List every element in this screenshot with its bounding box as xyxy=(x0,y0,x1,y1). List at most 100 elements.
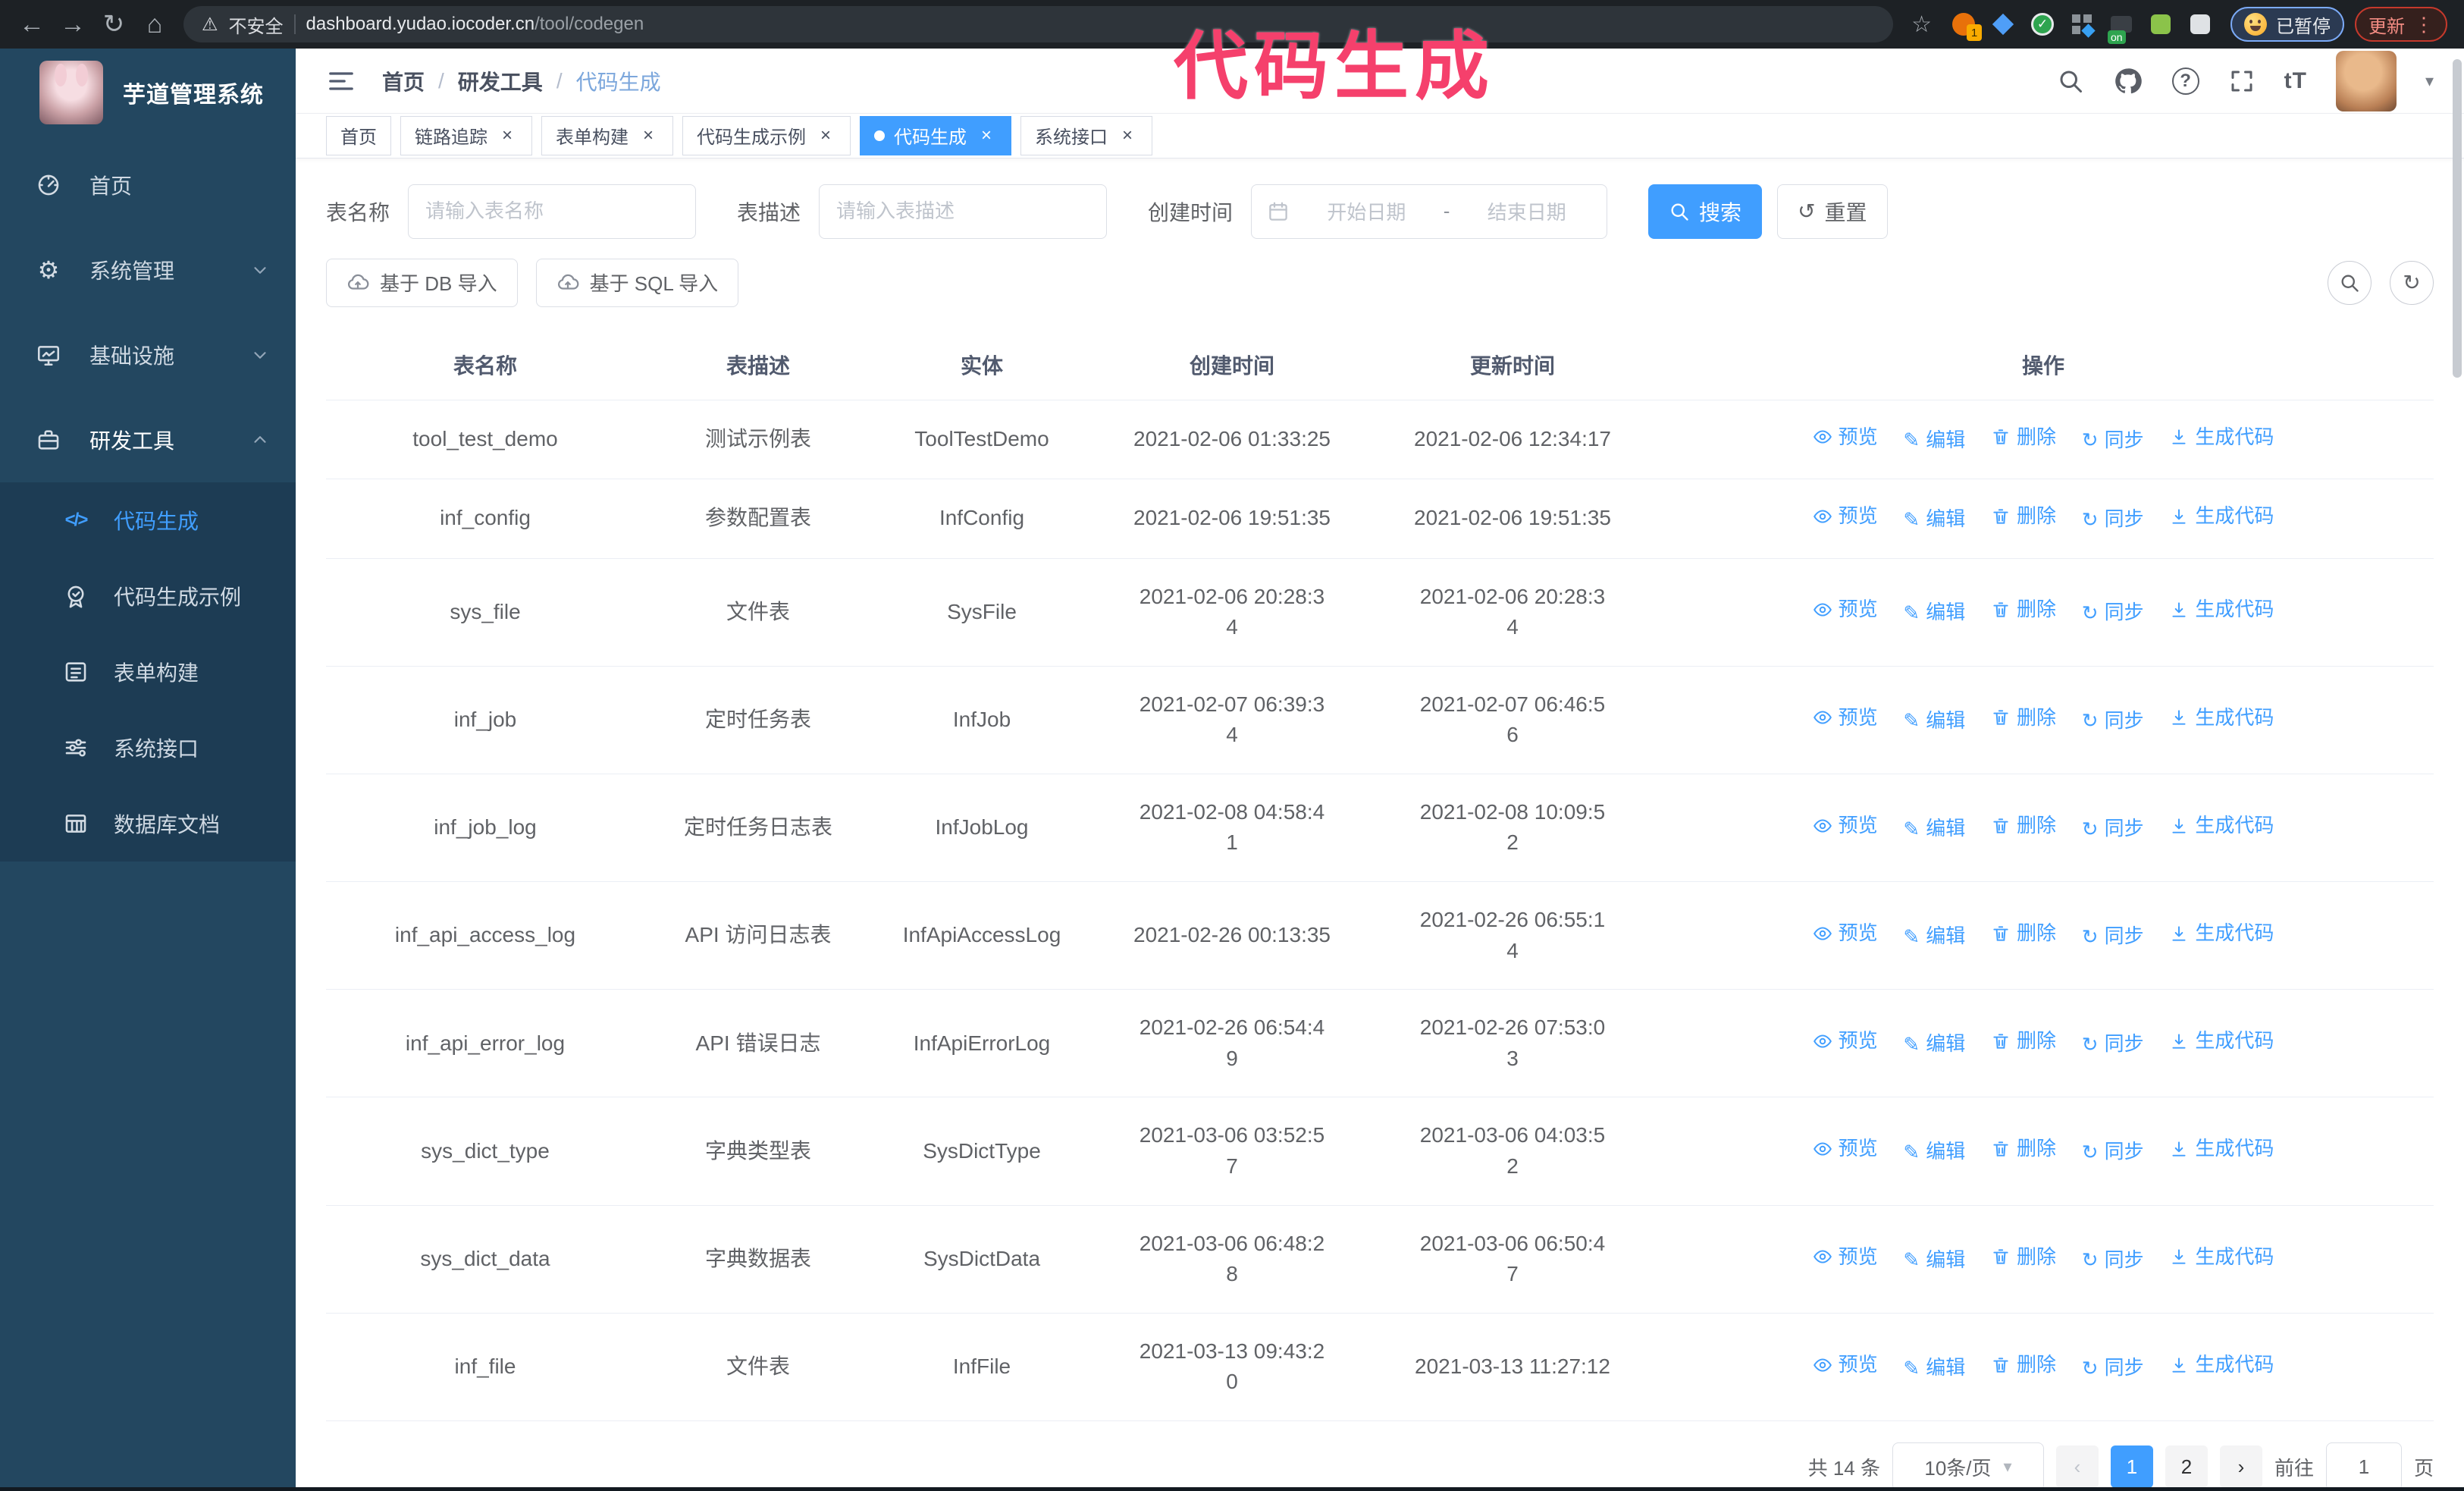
generate-code-link[interactable]: 生成代码 xyxy=(2169,502,2274,531)
sync-link[interactable]: ↻ 同步 xyxy=(2082,1246,2144,1275)
edit-link[interactable]: ✎ 编辑 xyxy=(1903,1246,1965,1275)
sync-link[interactable]: ↻ 同步 xyxy=(2082,1138,2144,1166)
kebab-menu-icon[interactable]: ⋮ xyxy=(2414,13,2434,36)
sidebar-toggle-icon[interactable] xyxy=(326,66,356,96)
generate-code-link[interactable]: 生成代码 xyxy=(2169,704,2274,733)
sync-link[interactable]: ↻ 同步 xyxy=(2082,707,2144,736)
preview-link[interactable]: 预览 xyxy=(1813,704,1878,733)
tab-home[interactable]: 首页 xyxy=(326,115,391,155)
reset-button[interactable]: ↺ 重置 xyxy=(1777,184,1888,239)
tab-form-builder[interactable]: 表单构建 × xyxy=(541,115,673,155)
edit-link[interactable]: ✎ 编辑 xyxy=(1903,1138,1965,1166)
close-icon[interactable]: × xyxy=(815,125,836,146)
preview-link[interactable]: 预览 xyxy=(1813,919,1878,948)
edit-link[interactable]: ✎ 编辑 xyxy=(1903,1030,1965,1059)
table-name-input[interactable] xyxy=(408,184,697,239)
delete-link[interactable]: 删除 xyxy=(1991,811,2056,840)
security-label[interactable]: 不安全 xyxy=(229,11,284,38)
start-date-placeholder[interactable]: 开始日期 xyxy=(1302,197,1431,225)
sync-link[interactable]: ↻ 同步 xyxy=(2082,922,2144,951)
tab-trace[interactable]: 链路追踪 × xyxy=(400,115,532,155)
search-button[interactable]: 搜索 xyxy=(1648,184,1763,239)
preview-link[interactable]: 预览 xyxy=(1813,1027,1878,1056)
tab-codegen-example[interactable]: 代码生成示例 × xyxy=(682,115,851,155)
preview-link[interactable]: 预览 xyxy=(1813,1351,1878,1380)
breadcrumb-devtools[interactable]: 研发工具 xyxy=(458,66,543,96)
import-sql-button[interactable]: 基于 SQL 导入 xyxy=(535,258,739,307)
generate-code-link[interactable]: 生成代码 xyxy=(2169,423,2274,452)
delete-link[interactable]: 删除 xyxy=(1991,595,2056,624)
caret-down-icon[interactable]: ▾ xyxy=(2425,71,2434,91)
refresh-button[interactable]: ↻ xyxy=(2390,260,2434,305)
sync-link[interactable]: ↻ 同步 xyxy=(2082,1354,2144,1383)
sidebar-item-infra[interactable]: 基础设施 xyxy=(0,312,296,397)
tab-codegen[interactable]: 代码生成 × xyxy=(860,115,1011,155)
github-icon[interactable] xyxy=(2113,66,2143,96)
extension-diamond-icon[interactable] xyxy=(1991,12,2015,36)
sync-link[interactable]: ↻ 同步 xyxy=(2082,598,2144,627)
avatar[interactable] xyxy=(2335,50,2397,111)
extensions-puzzle-icon[interactable] xyxy=(2188,12,2212,36)
table-desc-input[interactable] xyxy=(819,184,1108,239)
toggle-search-button[interactable] xyxy=(2328,260,2372,305)
logo-row[interactable]: 芋道管理系统 xyxy=(0,49,296,137)
generate-code-link[interactable]: 生成代码 xyxy=(2169,811,2274,840)
close-icon[interactable]: × xyxy=(1117,125,1138,146)
edit-link[interactable]: ✎ 编辑 xyxy=(1903,426,1965,455)
paused-badge[interactable]: 已暂停 xyxy=(2230,7,2344,42)
sync-link[interactable]: ↻ 同步 xyxy=(2082,505,2144,534)
preview-link[interactable]: 预览 xyxy=(1813,595,1878,624)
close-icon[interactable]: × xyxy=(638,125,659,146)
tab-system-api[interactable]: 系统接口 × xyxy=(1020,115,1152,155)
end-date-placeholder[interactable]: 结束日期 xyxy=(1462,197,1591,225)
page-button-2[interactable]: 2 xyxy=(2165,1445,2208,1488)
help-icon[interactable]: ? xyxy=(2171,67,2199,95)
sync-link[interactable]: ↻ 同步 xyxy=(2082,815,2144,843)
extension-orange-icon[interactable]: 1 xyxy=(1951,12,1982,41)
preview-link[interactable]: 预览 xyxy=(1813,1243,1878,1272)
sidebar-item-home[interactable]: 首页 xyxy=(0,143,296,228)
sidebar-item-devtools[interactable]: 研发工具 xyxy=(0,397,296,482)
delete-link[interactable]: 删除 xyxy=(1991,1135,2056,1163)
preview-link[interactable]: 预览 xyxy=(1813,423,1878,452)
bookmark-star-icon[interactable]: ☆ xyxy=(1911,11,1932,38)
generate-code-link[interactable]: 生成代码 xyxy=(2169,1027,2274,1056)
update-button[interactable]: 更新 ⋮ xyxy=(2355,7,2447,42)
extension-grid-icon[interactable] xyxy=(2070,12,2096,38)
edit-link[interactable]: ✎ 编辑 xyxy=(1903,1354,1965,1383)
generate-code-link[interactable]: 生成代码 xyxy=(2169,1135,2274,1163)
delete-link[interactable]: 删除 xyxy=(1991,1243,2056,1272)
delete-link[interactable]: 删除 xyxy=(1991,919,2056,948)
sync-link[interactable]: ↻ 同步 xyxy=(2082,1030,2144,1059)
close-icon[interactable]: × xyxy=(976,125,997,146)
page-size-select[interactable]: 10条/页 ▾ xyxy=(1892,1442,2044,1491)
delete-link[interactable]: 删除 xyxy=(1991,423,2056,452)
prev-page-button[interactable]: ‹ xyxy=(2055,1445,2099,1488)
next-page-button[interactable]: › xyxy=(2219,1445,2262,1488)
forward-icon[interactable]: → xyxy=(55,6,91,42)
edit-link[interactable]: ✎ 编辑 xyxy=(1903,598,1965,627)
fullscreen-icon[interactable] xyxy=(2228,67,2256,95)
sidebar-item-system[interactable]: ⚙ 系统管理 xyxy=(0,228,296,312)
generate-code-link[interactable]: 生成代码 xyxy=(2169,919,2274,948)
breadcrumb-home[interactable]: 首页 xyxy=(382,66,425,96)
generate-code-link[interactable]: 生成代码 xyxy=(2169,1243,2274,1272)
edit-link[interactable]: ✎ 编辑 xyxy=(1903,707,1965,736)
preview-link[interactable]: 预览 xyxy=(1813,502,1878,531)
back-icon[interactable]: ← xyxy=(14,6,50,42)
date-range-picker[interactable]: 开始日期 - 结束日期 xyxy=(1251,184,1608,239)
reload-icon[interactable]: ↻ xyxy=(96,6,132,42)
import-db-button[interactable]: 基于 DB 导入 xyxy=(326,258,518,307)
edit-link[interactable]: ✎ 编辑 xyxy=(1903,505,1965,534)
preview-link[interactable]: 预览 xyxy=(1813,811,1878,840)
address-bar[interactable]: ⚠ 不安全 dashboard.yudao.iocoder.cn/tool/co… xyxy=(183,6,1894,42)
extension-check-icon[interactable]: ✓ xyxy=(2030,12,2055,36)
delete-link[interactable]: 删除 xyxy=(1991,502,2056,531)
url-text[interactable]: dashboard.yudao.iocoder.cn/tool/codegen xyxy=(306,14,644,35)
close-icon[interactable]: × xyxy=(497,125,518,146)
extension-robot-icon[interactable] xyxy=(2149,12,2173,36)
delete-link[interactable]: 删除 xyxy=(1991,1351,2056,1380)
preview-link[interactable]: 预览 xyxy=(1813,1135,1878,1163)
scrollbar-thumb[interactable] xyxy=(2453,59,2462,378)
delete-link[interactable]: 删除 xyxy=(1991,1027,2056,1056)
